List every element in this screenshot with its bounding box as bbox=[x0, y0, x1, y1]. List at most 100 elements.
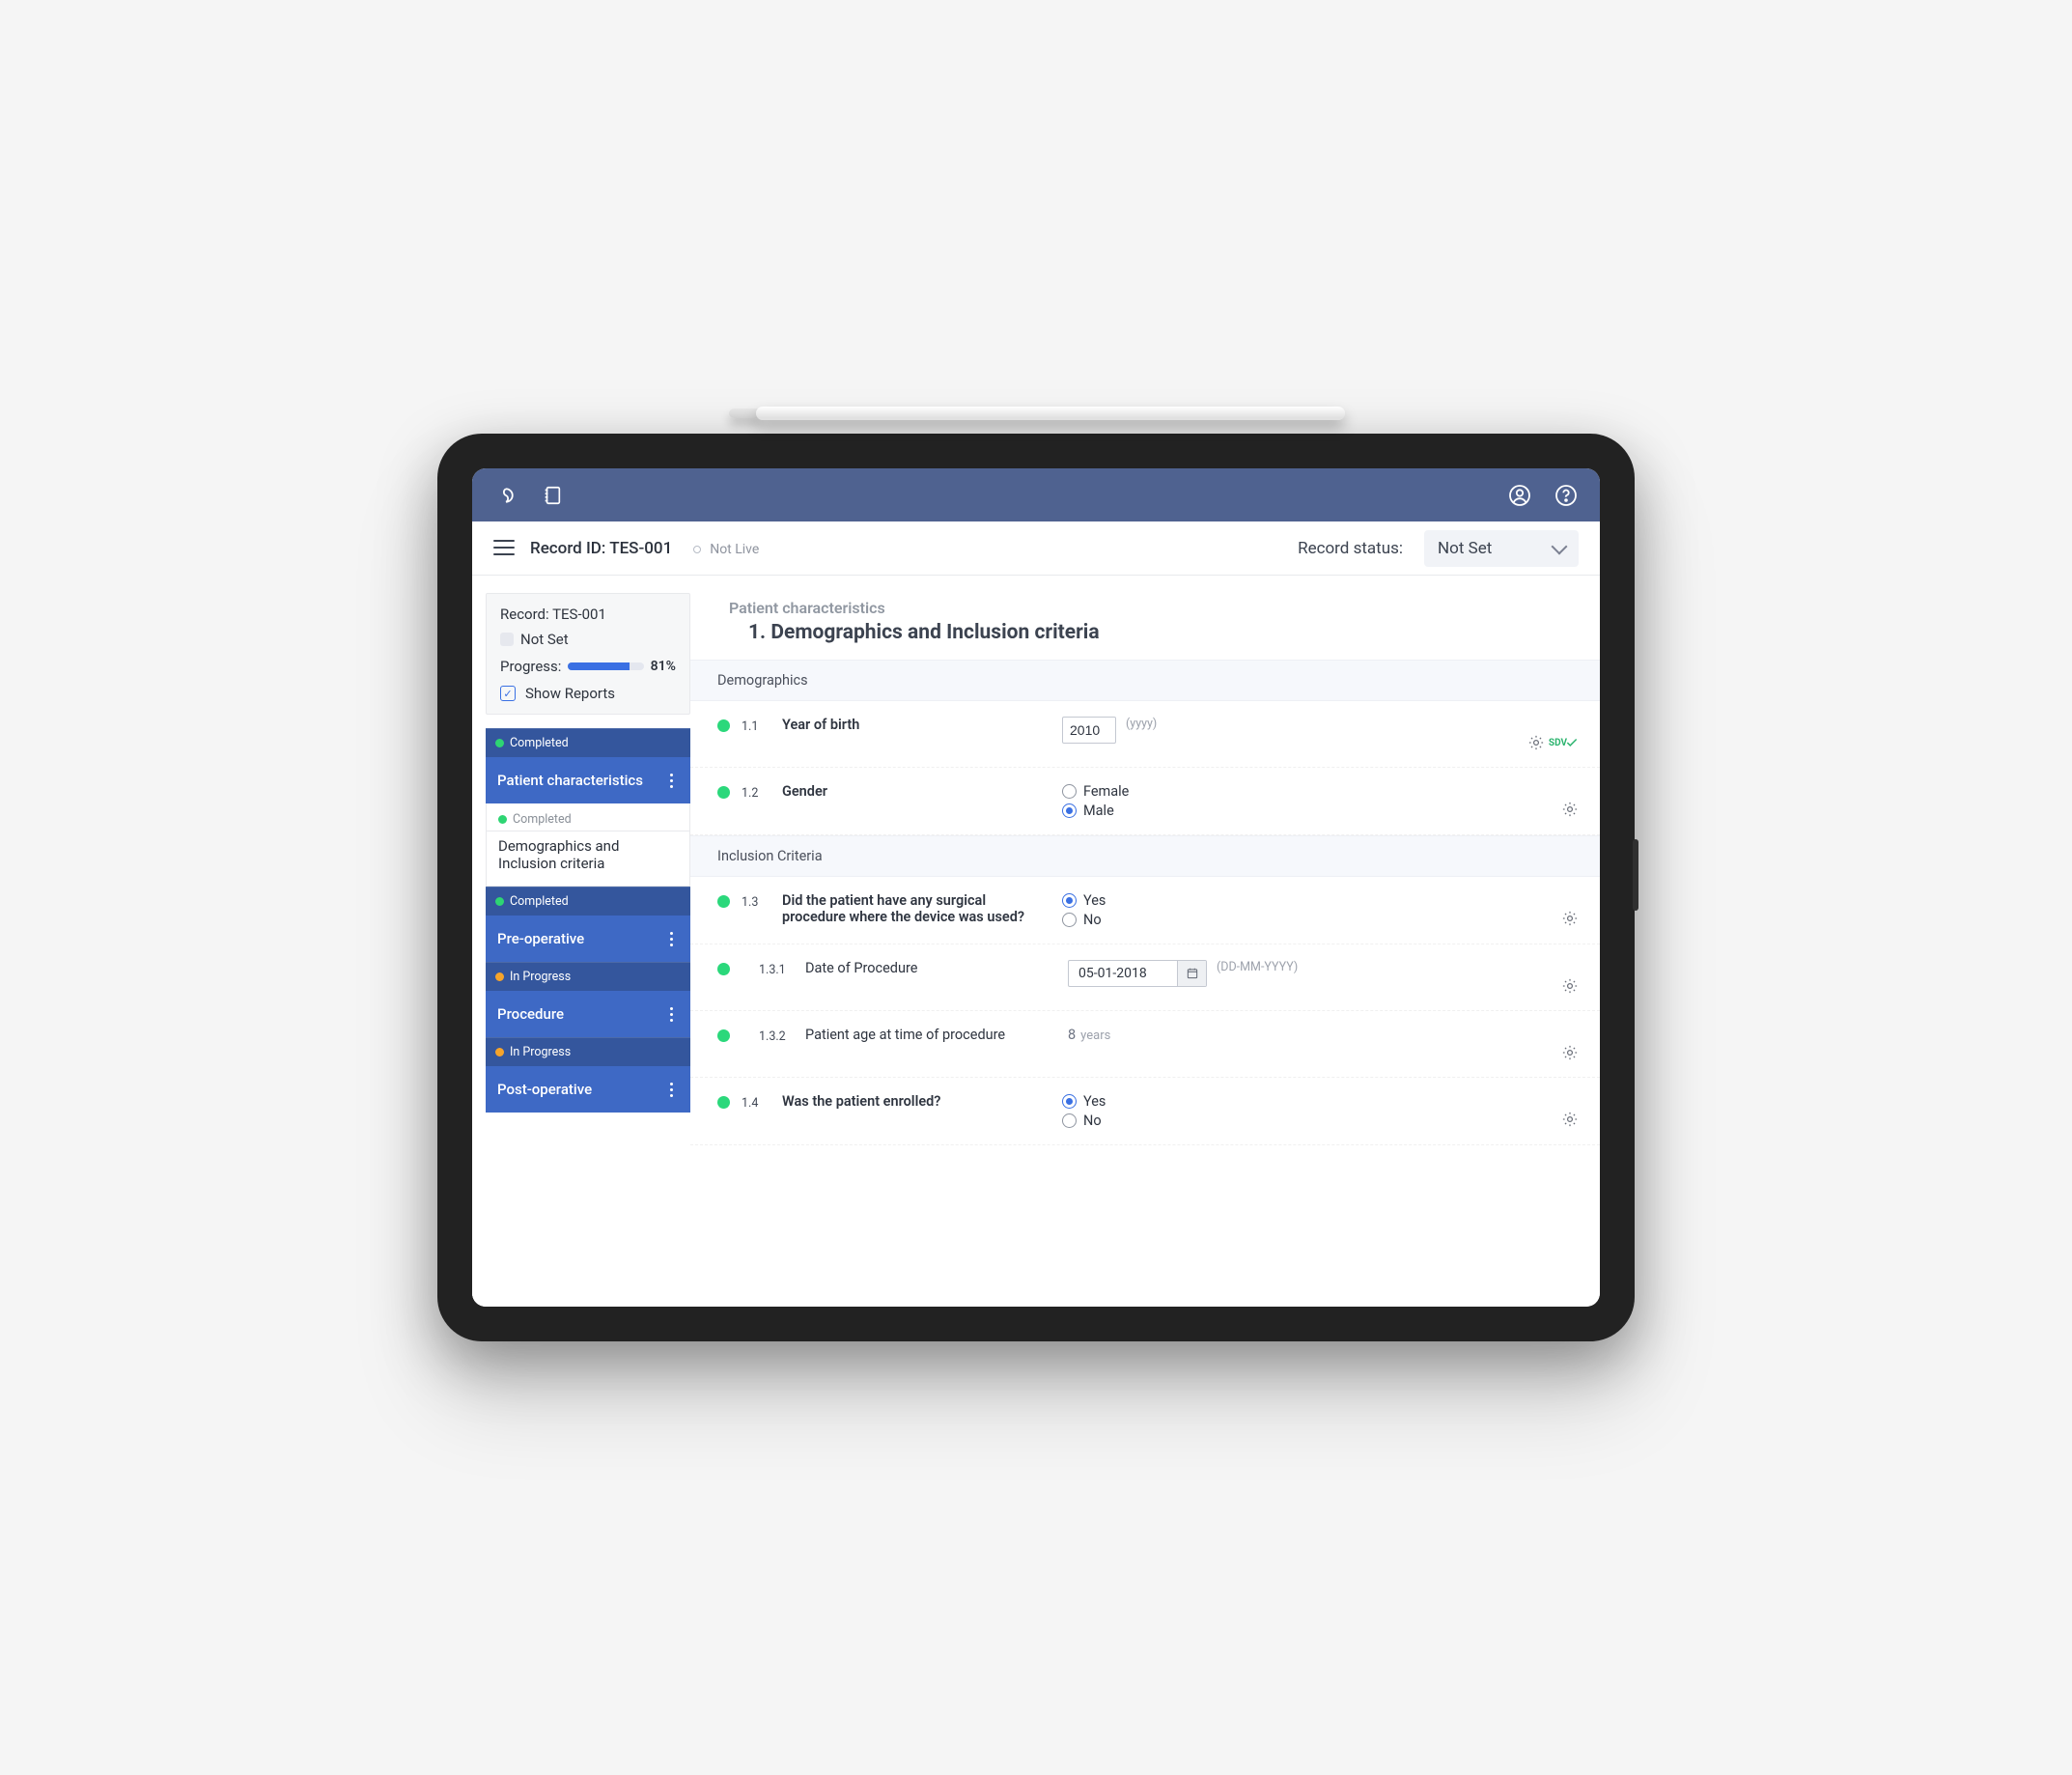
status-dot-icon bbox=[495, 739, 504, 747]
section-header-demographics: Demographics bbox=[690, 660, 1600, 701]
date-of-procedure-input[interactable]: 05-01-2018 bbox=[1068, 960, 1207, 987]
question-year-of-birth: 1.1 Year of birth (yyyy) SDV bbox=[690, 701, 1600, 768]
live-indicator: Not Live bbox=[687, 539, 759, 557]
record-title: Record: TES-001 bbox=[500, 606, 676, 623]
radio-icon bbox=[1062, 1113, 1077, 1128]
main-panel: Patient characteristics 1. Demographics … bbox=[690, 576, 1600, 1307]
row-settings-button[interactable] bbox=[1561, 1111, 1579, 1128]
nav-sub-item-demographics[interactable]: Demographics and Inclusion criteria bbox=[486, 831, 690, 887]
question-gender: 1.2 Gender Female Male bbox=[690, 768, 1600, 835]
show-reports-label: Show Reports bbox=[525, 685, 615, 702]
record-status-select[interactable]: Not Set bbox=[1424, 530, 1579, 567]
input-hint: (yyyy) bbox=[1126, 717, 1157, 731]
radio-checked-icon bbox=[1062, 1094, 1077, 1109]
question-date-of-procedure: 1.3.1 Date of Procedure 05-01-2018 (DD-M… bbox=[690, 944, 1600, 1011]
row-settings-button[interactable]: SDV bbox=[1527, 734, 1579, 751]
kebab-menu-icon[interactable] bbox=[663, 1004, 679, 1024]
radio-option-yes[interactable]: Yes bbox=[1062, 1093, 1106, 1110]
radio-option-male[interactable]: Male bbox=[1062, 803, 1129, 819]
show-reports-toggle[interactable]: ✓ Show Reports bbox=[500, 685, 676, 702]
app-bar bbox=[472, 468, 1600, 521]
menu-icon[interactable] bbox=[493, 540, 515, 557]
question-number: 1.3.1 bbox=[759, 963, 805, 977]
progress-label: Progress: bbox=[500, 658, 561, 675]
question-number: 1.3 bbox=[742, 895, 782, 910]
question-label: Gender bbox=[782, 783, 1062, 800]
progress-bar bbox=[568, 662, 643, 670]
question-status-dot-icon bbox=[717, 719, 730, 732]
status-dot-icon bbox=[498, 815, 507, 824]
question-status-dot-icon bbox=[717, 786, 730, 799]
user-icon[interactable] bbox=[1507, 483, 1532, 508]
record-toolbar: Record ID: TES-001 Not Live Record statu… bbox=[472, 521, 1600, 576]
status-dot-icon bbox=[495, 972, 504, 981]
question-status-dot-icon bbox=[717, 1096, 730, 1109]
radio-option-yes[interactable]: Yes bbox=[1062, 892, 1106, 909]
live-dot-icon bbox=[693, 546, 701, 553]
row-settings-button[interactable] bbox=[1561, 977, 1579, 995]
page-title: 1. Demographics and Inclusion criteria bbox=[729, 621, 1573, 644]
question-label: Year of birth bbox=[782, 717, 1062, 733]
nav-item-procedure[interactable]: Procedure bbox=[486, 991, 690, 1037]
question-status-dot-icon bbox=[717, 1029, 730, 1042]
question-number: 1.3.2 bbox=[759, 1029, 805, 1044]
app-logo-icon[interactable] bbox=[493, 483, 518, 508]
progress-fill bbox=[568, 662, 629, 670]
page-header: Patient characteristics 1. Demographics … bbox=[690, 595, 1600, 660]
question-status-dot-icon bbox=[717, 895, 730, 908]
kebab-menu-icon[interactable] bbox=[663, 929, 679, 948]
nav-status-post-operative: In Progress bbox=[486, 1037, 690, 1066]
power-button bbox=[1633, 839, 1638, 911]
question-surgical-procedure: 1.3 Did the patient have any surgical pr… bbox=[690, 877, 1600, 944]
radio-option-no[interactable]: No bbox=[1062, 1113, 1106, 1129]
status-dot-icon bbox=[495, 1048, 504, 1057]
nav-item-patient-characteristics[interactable]: Patient characteristics bbox=[486, 757, 690, 803]
question-enrolled: 1.4 Was the patient enrolled? Yes N bbox=[690, 1078, 1600, 1145]
radio-option-female[interactable]: Female bbox=[1062, 783, 1129, 800]
section-header-inclusion: Inclusion Criteria bbox=[690, 835, 1600, 877]
question-patient-age: 1.3.2 Patient age at time of procedure 8… bbox=[690, 1011, 1600, 1078]
record-status-value: Not Set bbox=[1438, 539, 1492, 558]
radio-checked-icon bbox=[1062, 893, 1077, 908]
date-value: 05-01-2018 bbox=[1069, 966, 1177, 981]
question-number: 1.2 bbox=[742, 786, 782, 801]
question-number: 1.1 bbox=[742, 719, 782, 734]
nav-item-pre-operative[interactable]: Pre-operative bbox=[486, 916, 690, 962]
question-number: 1.4 bbox=[742, 1096, 782, 1111]
calendar-icon[interactable] bbox=[1177, 961, 1206, 986]
age-value: 8 years bbox=[1068, 1027, 1110, 1043]
row-settings-button[interactable] bbox=[1561, 910, 1579, 927]
radio-checked-icon bbox=[1062, 803, 1077, 818]
help-icon[interactable] bbox=[1554, 483, 1579, 508]
record-id-label: Record ID: TES-001 bbox=[530, 539, 672, 558]
row-settings-button[interactable] bbox=[1561, 1044, 1579, 1061]
kebab-menu-icon[interactable] bbox=[663, 771, 679, 790]
record-status-label: Record status: bbox=[1298, 539, 1403, 558]
breadcrumb: Patient characteristics bbox=[729, 599, 1573, 617]
question-label: Patient age at time of procedure bbox=[805, 1027, 1068, 1043]
nav-status-pre-operative: Completed bbox=[486, 887, 690, 916]
radio-option-no[interactable]: No bbox=[1062, 912, 1106, 928]
chevron-down-icon bbox=[1552, 538, 1568, 554]
kebab-menu-icon[interactable] bbox=[663, 1080, 679, 1099]
nav-list: Completed Patient characteristics Comple… bbox=[486, 728, 690, 1113]
apple-pencil bbox=[727, 399, 1345, 428]
notebook-icon[interactable] bbox=[540, 483, 565, 508]
nav-status-procedure: In Progress bbox=[486, 962, 690, 991]
record-summary-card: Record: TES-001 Not Set Progress: 81% bbox=[486, 593, 690, 715]
nav-item-post-operative[interactable]: Post-operative bbox=[486, 1066, 690, 1113]
radio-icon bbox=[1062, 784, 1077, 799]
live-label: Not Live bbox=[710, 542, 759, 557]
checkbox-checked-icon: ✓ bbox=[500, 686, 516, 701]
surgical-radio-group: Yes No bbox=[1062, 892, 1106, 928]
record-status-chip: Not Set bbox=[500, 631, 676, 648]
nav-status-patient-characteristics: Completed bbox=[486, 728, 690, 757]
year-of-birth-input[interactable] bbox=[1062, 717, 1116, 744]
question-label: Date of Procedure bbox=[805, 960, 1068, 976]
question-status-dot-icon bbox=[717, 963, 730, 975]
enrolled-radio-group: Yes No bbox=[1062, 1093, 1106, 1129]
row-settings-button[interactable] bbox=[1561, 801, 1579, 818]
question-label: Did the patient have any surgical proced… bbox=[782, 892, 1062, 925]
progress-row: Progress: 81% bbox=[500, 658, 676, 675]
progress-percent: 81% bbox=[651, 659, 676, 674]
